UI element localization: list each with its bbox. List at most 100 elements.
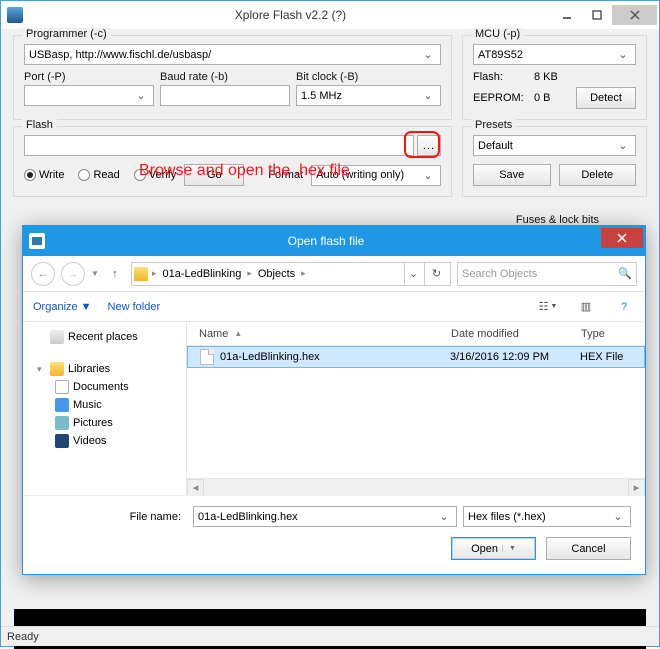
chevron-right-icon: ▸ — [245, 268, 254, 279]
file-icon — [200, 349, 214, 365]
dialog-title: Open flash file — [51, 234, 601, 248]
maximize-button[interactable] — [582, 5, 612, 25]
programmer-legend: Programmer (-c) — [22, 28, 111, 40]
back-button[interactable]: ← — [31, 262, 55, 286]
open-button[interactable]: Open▼ — [451, 537, 536, 560]
status-bar: Ready — [1, 626, 659, 646]
window-title: Xplore Flash v2.2 (?) — [29, 8, 552, 22]
chevron-down-icon: ▼ — [81, 301, 92, 313]
chevron-down-icon: ⌄ — [436, 510, 452, 523]
detect-button[interactable]: Detect — [576, 87, 636, 109]
search-placeholder: Search Objects — [462, 268, 537, 280]
browse-button[interactable]: ... — [417, 135, 441, 156]
search-icon: 🔍 — [618, 267, 632, 280]
file-list-header[interactable]: Name▲ Date modified Type — [187, 322, 645, 346]
history-dropdown-icon[interactable]: ▼ — [91, 269, 99, 278]
chevron-down-icon: ⌄ — [615, 139, 631, 152]
horizontal-scrollbar[interactable]: ◂ ▸ — [187, 478, 645, 495]
bitclock-label: Bit clock (-B) — [296, 71, 441, 83]
mcu-group: MCU (-p) AT89S52⌄ Flash: 8 KB EEPROM: 0 … — [462, 35, 647, 120]
chevron-down-icon: ⌄ — [610, 510, 626, 523]
libraries-icon — [50, 362, 64, 376]
port-label: Port (-P) — [24, 71, 154, 83]
dialog-footer: File name: 01a-LedBlinking.hex⌄ Hex file… — [23, 495, 645, 574]
close-button[interactable] — [612, 5, 657, 25]
forward-button[interactable]: → — [61, 262, 85, 286]
dialog-navbar: ← → ▼ ↑ ▸ 01a-LedBlinking ▸ Objects ▸ ⌄ … — [23, 256, 645, 292]
presets-group: Presets Default⌄ Save Delete — [462, 126, 647, 197]
file-name: 01a-LedBlinking.hex — [220, 351, 450, 363]
tree-item-documents[interactable]: Documents — [27, 378, 182, 396]
breadcrumb[interactable]: ▸ 01a-LedBlinking ▸ Objects ▸ ⌄ ↻ — [131, 262, 451, 286]
mcu-select[interactable]: AT89S52⌄ — [473, 44, 636, 65]
chevron-down-icon: ⌄ — [133, 89, 149, 102]
port-select[interactable]: ⌄ — [24, 85, 154, 106]
breadcrumb-item[interactable]: Objects — [256, 268, 297, 280]
baud-label: Baud rate (-b) — [160, 71, 290, 83]
tree-item-recent[interactable]: Recent places — [27, 328, 182, 346]
breadcrumb-dropdown[interactable]: ⌄ — [404, 263, 422, 285]
col-date[interactable]: Date modified — [451, 328, 581, 340]
chevron-down-icon: ⌄ — [420, 169, 436, 182]
col-type[interactable]: Type — [581, 328, 645, 340]
delete-preset-button[interactable]: Delete — [559, 164, 637, 186]
tree-item-pictures[interactable]: Pictures — [27, 414, 182, 432]
new-folder-button[interactable]: New folder — [108, 301, 161, 313]
filename-input[interactable]: 01a-LedBlinking.hex⌄ — [193, 506, 457, 527]
dialog-toolbar: Organize▼ New folder ☷▼ ▥ ? — [23, 292, 645, 322]
refresh-button[interactable]: ↻ — [424, 262, 448, 286]
chevron-down-icon: ▼ — [502, 545, 516, 552]
save-preset-button[interactable]: Save — [473, 164, 551, 186]
preview-pane-button[interactable]: ▥ — [575, 297, 597, 317]
tree-item-music[interactable]: Music — [27, 396, 182, 414]
programmer-select[interactable]: USBasp, http://www.fischl.de/usbasp/ ⌄ — [24, 44, 441, 65]
eeprom-size-label: EEPROM: — [473, 92, 528, 104]
filter-select[interactable]: Hex files (*.hex)⌄ — [463, 506, 631, 527]
radio-icon — [78, 169, 90, 181]
radio-checked-icon — [24, 169, 36, 181]
folder-tree[interactable]: Recent places ▾Libraries Documents Music… — [23, 322, 187, 495]
dialog-icon — [29, 233, 45, 249]
file-date: 3/16/2016 12:09 PM — [450, 351, 580, 363]
breadcrumb-item[interactable]: 01a-LedBlinking — [160, 268, 243, 280]
mcu-legend: MCU (-p) — [471, 28, 524, 40]
up-button[interactable]: ↑ — [105, 264, 125, 284]
view-options-button[interactable]: ☷▼ — [537, 297, 559, 317]
col-name[interactable]: Name▲ — [187, 328, 451, 340]
open-file-dialog: Open flash file ← → ▼ ↑ ▸ 01a-LedBlinkin… — [22, 225, 646, 575]
tree-item-videos[interactable]: Videos — [27, 432, 182, 450]
dialog-titlebar[interactable]: Open flash file — [23, 226, 645, 256]
file-type: HEX File — [580, 351, 644, 363]
tree-item-libraries[interactable]: ▾Libraries — [27, 360, 182, 378]
chevron-down-icon: ⌄ — [420, 89, 436, 102]
write-radio[interactable]: Write — [24, 169, 64, 181]
bitclock-select[interactable]: 1.5 MHz⌄ — [296, 85, 441, 106]
eeprom-size-value: 0 B — [534, 92, 570, 104]
collapse-icon[interactable]: ▾ — [37, 364, 46, 375]
videos-icon — [55, 434, 69, 448]
chevron-right-icon: ▸ — [150, 268, 159, 279]
preset-select[interactable]: Default⌄ — [473, 135, 636, 156]
flash-size-label: Flash: — [473, 71, 528, 83]
read-radio[interactable]: Read — [78, 169, 119, 181]
scroll-left-icon[interactable]: ◂ — [187, 479, 204, 496]
flash-path-input[interactable] — [24, 135, 414, 156]
cancel-button[interactable]: Cancel — [546, 537, 631, 560]
minimize-button[interactable] — [552, 5, 582, 25]
organize-menu[interactable]: Organize▼ — [33, 301, 92, 313]
programmer-group: Programmer (-c) USBasp, http://www.fisch… — [13, 35, 452, 120]
pictures-icon — [55, 416, 69, 430]
folder-icon — [134, 267, 148, 281]
chevron-down-icon: ▼ — [550, 303, 557, 310]
search-input[interactable]: Search Objects 🔍 — [457, 262, 637, 286]
scroll-right-icon[interactable]: ▸ — [628, 479, 645, 496]
dialog-close-button[interactable] — [601, 228, 643, 248]
file-list: Name▲ Date modified Type 01a-LedBlinking… — [187, 322, 645, 495]
presets-legend: Presets — [471, 119, 516, 131]
titlebar[interactable]: Xplore Flash v2.2 (?) — [1, 1, 659, 29]
music-icon — [55, 398, 69, 412]
status-text: Ready — [7, 631, 39, 643]
file-row[interactable]: 01a-LedBlinking.hex 3/16/2016 12:09 PM H… — [187, 346, 645, 368]
baud-input[interactable] — [160, 85, 290, 106]
help-button[interactable]: ? — [613, 297, 635, 317]
